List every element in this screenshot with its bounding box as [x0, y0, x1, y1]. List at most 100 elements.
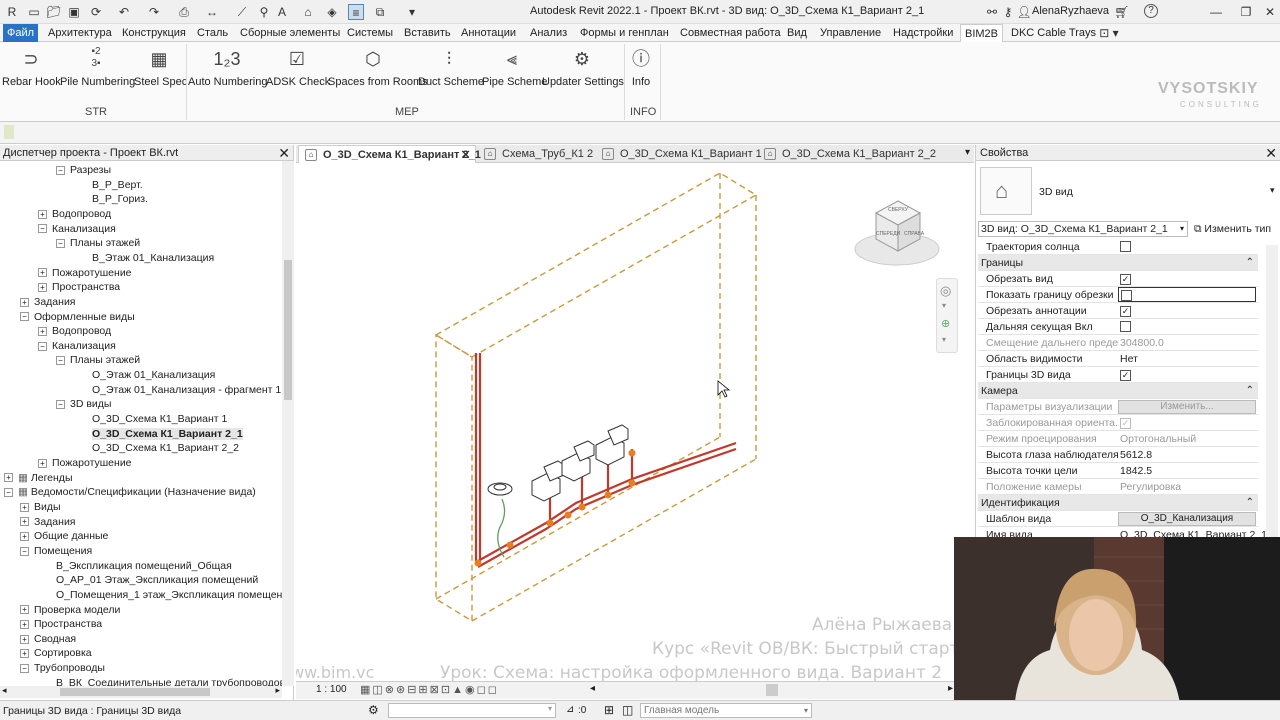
properties-scrollbar[interactable] [1266, 245, 1278, 537]
design-option-dropdown[interactable]: Главная модель ▾ [640, 703, 812, 718]
browser-tree-item[interactable]: + Проверка модели [20, 603, 120, 617]
sync-icon[interactable]: ⟳ [88, 4, 104, 20]
type-dropdown-icon[interactable]: ▾ [1270, 185, 1275, 196]
expand-icon[interactable]: + [38, 326, 47, 336]
measure-icon[interactable]: ↔ [204, 4, 220, 20]
collapse-icon[interactable]: − [38, 224, 47, 234]
expand-icon[interactable]: + [20, 605, 29, 615]
expand-icon[interactable]: + [20, 502, 29, 512]
browser-tree-item[interactable]: + Задания [20, 295, 76, 309]
collapse-group-icon[interactable]: ⌃ [1246, 255, 1254, 271]
checkbox[interactable]: ✓ [1120, 418, 1131, 429]
ribbon-tab-13[interactable]: Надстройки [889, 24, 957, 42]
ribbon-tab-11[interactable]: Вид [783, 24, 811, 42]
collapse-icon[interactable]: − [20, 663, 29, 673]
checkbox[interactable]: ✓ [1120, 274, 1131, 285]
user-icon[interactable]: 👤︎ [1016, 4, 1032, 20]
browser-scrollbar[interactable] [282, 161, 294, 686]
ribbon-tab-5[interactable]: Системы [343, 24, 397, 42]
viewcube-top-label[interactable]: СВЕРХУ [888, 207, 908, 213]
collapse-icon[interactable]: − [20, 312, 29, 322]
browser-tree-item[interactable]: О_3D_Схема К1_Вариант 2_2 [92, 441, 239, 455]
browser-tree-item[interactable]: + ▦ Легенды [4, 471, 73, 485]
expand-icon[interactable]: + [20, 649, 29, 659]
restore-icon[interactable]: ❐ [1238, 4, 1254, 20]
scroll-left-icon[interactable]: ◂ [590, 683, 595, 694]
thin-lines-icon[interactable]: ≡ [348, 4, 364, 20]
adsk-check-button[interactable]: ☑ ADSK Check [266, 46, 330, 94]
browser-tree-item[interactable]: − Планы этажей [56, 236, 140, 250]
undo-icon[interactable]: ↶ [116, 4, 132, 20]
close-icon[interactable]: ✕ [278, 145, 290, 161]
property-value[interactable]: Регулировка [1120, 479, 1181, 495]
checkbox[interactable] [1120, 321, 1131, 332]
ribbon-tab-1[interactable]: Архитектура [44, 24, 116, 42]
browser-hscrollbar[interactable]: ◂ ▸ [0, 685, 282, 698]
ribbon-tab-6[interactable]: Вставить [400, 24, 455, 42]
close-icon[interactable]: ✕ [460, 146, 471, 164]
browser-tree-item[interactable]: В_Р_Гориз. [92, 192, 148, 206]
updater-settings-button[interactable]: ⚙ Updater Settings [542, 46, 624, 94]
browser-tree-item[interactable]: − Помещения [20, 544, 92, 558]
text-icon[interactable]: A [274, 4, 290, 20]
view-cube[interactable]: СВЕРХУ СПЕРЕДИ СПРАВА [852, 191, 942, 271]
filter-icon[interactable]: ⊿ [566, 704, 574, 715]
tag-icon[interactable]: ⚲ [256, 4, 272, 20]
collapse-icon[interactable]: − [38, 341, 47, 351]
save-icon[interactable]: ▣ [66, 4, 82, 20]
browser-tree-item[interactable]: О_Помещения_1 этаж_Экспликация помещений [56, 588, 282, 602]
open-icon[interactable]: ▭ [26, 4, 42, 20]
scroll-left-icon[interactable]: ◂ [2, 685, 7, 696]
browser-tree-item[interactable]: − ▦ Ведомости/Спецификации (Назначение ви… [4, 485, 256, 499]
browser-tree-item[interactable]: В_Экспликация помещений_Общая [56, 559, 232, 573]
design-option-set-icon[interactable]: ◫ [622, 703, 633, 717]
collapse-icon[interactable]: − [56, 400, 65, 410]
design-options-icon[interactable]: ⊞ [604, 703, 614, 717]
browser-tree-item[interactable]: − Планы этажей [56, 353, 140, 367]
key-icon[interactable]: ⚷ [1000, 4, 1016, 20]
property-value[interactable]: 304800.0 [1120, 335, 1164, 351]
browser-tree-item[interactable]: − Канализация [38, 339, 116, 353]
expand-icon[interactable]: + [20, 531, 29, 541]
property-group-header[interactable]: Границы ⌃ [978, 255, 1258, 271]
redo-icon[interactable]: ↷ [146, 4, 162, 20]
ribbon-tab-3[interactable]: Сталь [193, 24, 232, 42]
ribbon-tab-7[interactable]: Аннотации [457, 24, 520, 42]
close-icon[interactable]: ✕ [1265, 145, 1277, 161]
property-value[interactable]: 5612.8 [1120, 447, 1152, 463]
revit-logo-icon[interactable]: R [4, 4, 20, 20]
ribbon-tab-14[interactable]: BIM2B [960, 24, 1004, 42]
binoculars-icon[interactable]: ⚯ [984, 4, 1000, 20]
property-group-header[interactable]: Идентификация ⌃ [978, 495, 1258, 511]
tab-view-1[interactable]: ⌂ О_3D_Схема К1_Вариант 2_1 ✕ [298, 145, 481, 164]
browser-tree-item[interactable]: О_3D_Схема К1_Вариант 1 [92, 412, 227, 426]
browser-tree-item[interactable]: + Виды [20, 500, 61, 514]
auto-numbering-button[interactable]: 1₂3 Auto Numbering [188, 46, 268, 94]
customize-qa-icon[interactable]: ▾ [404, 4, 420, 20]
dropdown-icon[interactable]: ▾ [942, 301, 946, 310]
worksets-icon[interactable]: ⚙ [368, 703, 379, 717]
browser-tree-item[interactable]: В_Этаж 01_Канализация [92, 251, 214, 265]
collapse-icon[interactable]: − [56, 238, 65, 248]
viewcube-side-label[interactable]: СПРАВА [904, 231, 924, 237]
steering-wheel-icon[interactable]: ◎ [940, 283, 951, 299]
ribbon-tab-12[interactable]: Управление [816, 24, 885, 42]
browser-tree-item[interactable]: + Пространства [38, 280, 120, 294]
instance-selector[interactable]: 3D вид: О_3D_Схема К1_Вариант 2_1 ▾ [978, 221, 1188, 237]
tab-view-2[interactable]: ⌂ Схема_Труб_К1 2 [478, 145, 593, 163]
browser-tree-item[interactable]: + Пожаротушение [38, 266, 132, 280]
browser-tree-item[interactable]: + Общие данные [20, 529, 108, 543]
pile-numbering-button[interactable]: ▪2 3▪ Pile Numbering [60, 46, 135, 94]
browser-tree-item[interactable]: + Водопровод [38, 324, 111, 338]
3d-view-canvas[interactable]: СВЕРХУ СПЕРЕДИ СПРАВА ◎ ▾ ⊕ ▾ Алёна Рыжа… [296, 163, 974, 681]
ribbon-tab-10[interactable]: Совместная работа [676, 24, 785, 42]
browser-tree-item[interactable]: −3D виды [56, 397, 111, 411]
browser-tree-item[interactable]: + Сортировка [20, 646, 92, 660]
expand-icon[interactable]: + [20, 619, 29, 629]
ribbon-tab-2[interactable]: Конструкция [118, 24, 190, 42]
tab-view-3[interactable]: ⌂ О_3D_Схема К1_Вариант 1 [596, 145, 762, 163]
property-value[interactable]: Ортогональный [1120, 431, 1196, 447]
modify-icon[interactable] [4, 125, 14, 139]
checkbox[interactable]: ✓ [1120, 306, 1131, 317]
duct-scheme-button[interactable]: ⫶ Duct Scheme [418, 46, 484, 94]
